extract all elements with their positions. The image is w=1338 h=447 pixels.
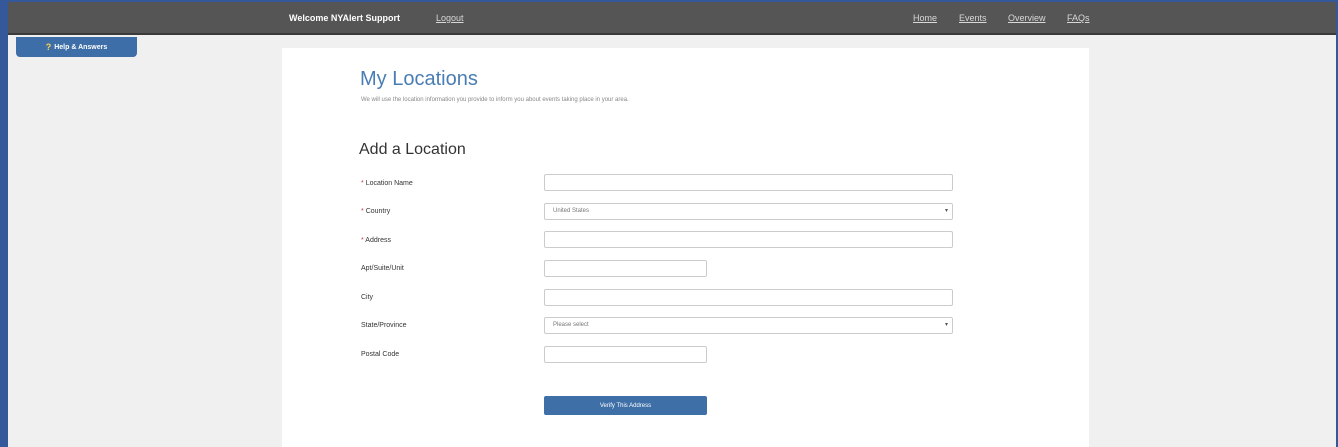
verify-address-button[interactable]: Verify This Address (544, 396, 707, 415)
postal-code-input[interactable] (544, 346, 707, 363)
address-input[interactable] (544, 231, 953, 248)
country-select[interactable]: United States ▾ (544, 203, 953, 220)
country-select-value: United States (553, 208, 590, 214)
page-intro-text: We will use the location information you… (361, 97, 629, 103)
page-title: My Locations (360, 68, 478, 90)
question-icon: ? (45, 42, 52, 52)
address-label: * Address (361, 237, 391, 244)
country-label: * Country (361, 208, 391, 215)
location-name-label: * Location Name (361, 180, 413, 187)
logout-link[interactable]: Logout (436, 13, 464, 23)
city-label: City (361, 294, 374, 301)
location-name-input[interactable] (544, 174, 953, 191)
apt-input[interactable] (544, 260, 707, 277)
chevron-down-icon: ▾ (944, 322, 948, 328)
section-title: Add a Location (359, 141, 466, 158)
state-label: State/Province (361, 322, 407, 329)
welcome-text: Welcome NYAlert Support (289, 13, 401, 23)
state-select[interactable]: Please select ▾ (544, 317, 953, 334)
help-answers-button[interactable]: ? Help & Answers (16, 37, 137, 57)
required-marker: * (361, 180, 364, 187)
nav-link-faqs[interactable]: FAQs (1067, 13, 1090, 23)
required-marker: * (361, 237, 364, 244)
postal-code-label: Postal Code (361, 351, 400, 358)
apt-label: Apt/Suite/Unit (361, 265, 404, 272)
top-nav-bar: Welcome NYAlert Support Logout Home Even… (8, 2, 1336, 35)
city-input[interactable] (544, 289, 953, 306)
required-marker: * (361, 208, 364, 215)
nav-link-home[interactable]: Home (913, 13, 937, 23)
nav-link-events[interactable]: Events (959, 13, 987, 23)
chevron-down-icon: ▾ (944, 208, 948, 214)
main-content-panel: My Locations We will use the location in… (282, 48, 1089, 447)
help-answers-label: Help & Answers (54, 43, 108, 51)
state-select-value: Please select (553, 322, 589, 328)
nav-link-overview[interactable]: Overview (1008, 13, 1046, 23)
